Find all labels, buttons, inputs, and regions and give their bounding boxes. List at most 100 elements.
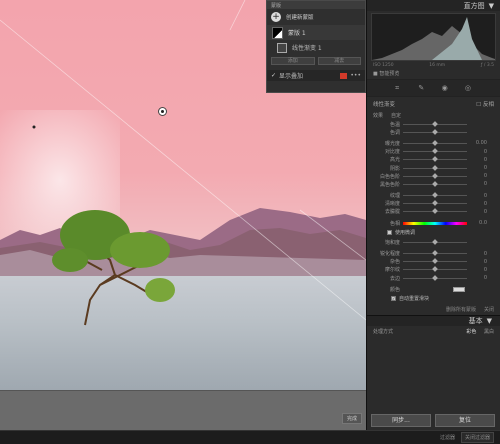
effect-value[interactable]: 自定 xyxy=(391,112,401,119)
slider-row[interactable]: 阴影 0 xyxy=(367,164,500,172)
done-button[interactable]: 完成 xyxy=(341,413,362,424)
slider-knob[interactable] xyxy=(432,148,438,154)
crop-icon[interactable]: ⌗ xyxy=(395,84,402,92)
slider-row[interactable]: 纹理 0 xyxy=(367,192,500,200)
reset-button[interactable]: 复位 xyxy=(435,414,495,427)
plus-icon: + xyxy=(271,12,281,22)
mask-item-gradient[interactable]: 线性渐变 1 xyxy=(267,40,365,55)
effect-label: 效果 xyxy=(373,113,384,119)
slider-track[interactable] xyxy=(403,120,467,127)
slider-row[interactable]: 高光 0 xyxy=(367,156,500,164)
subtract-button[interactable]: 减去 xyxy=(317,57,361,65)
histogram-header[interactable]: 直方图 ▼ xyxy=(367,0,500,11)
slider-row[interactable]: 杂色 0 xyxy=(367,258,500,266)
bw-option[interactable]: 黑白 xyxy=(484,329,494,335)
color-swatch[interactable] xyxy=(453,286,465,292)
slider-value: 0 xyxy=(483,250,487,257)
hue-track[interactable] xyxy=(403,221,467,225)
slider-knob[interactable] xyxy=(432,140,438,146)
slider-track[interactable] xyxy=(403,181,467,187)
slider-knob[interactable] xyxy=(432,200,438,207)
slider-value: 0 xyxy=(483,148,487,155)
slider-knob[interactable] xyxy=(432,120,438,127)
slider-track[interactable] xyxy=(403,172,467,179)
slider-track[interactable] xyxy=(403,128,467,135)
slider-value: 0 xyxy=(483,275,487,282)
close-button[interactable]: 关闭 xyxy=(484,306,494,313)
filter-off-button[interactable]: 关闭过滤器 xyxy=(460,432,494,443)
slider-row[interactable]: 曝光度 0.00 xyxy=(367,139,500,147)
mask-panel-title: 蒙版 xyxy=(267,1,365,9)
canvas-toolbar: 完成 xyxy=(0,390,366,430)
slider-knob[interactable] xyxy=(432,274,438,281)
status-bar: 过滤器 关闭过滤器 xyxy=(0,430,500,444)
delete-all-masks-button[interactable]: 删除所有蒙版 xyxy=(446,306,476,313)
slider-track[interactable] xyxy=(403,208,467,215)
create-mask-button[interactable]: + 创建新蒙版 xyxy=(267,9,365,25)
slider-row[interactable]: 去边 0 xyxy=(367,274,500,282)
mask-icon[interactable]: ◎ xyxy=(465,84,472,92)
basic-header[interactable]: 基本 ▼ xyxy=(367,315,500,327)
slider-row[interactable]: 色调 xyxy=(367,128,500,136)
more-icon[interactable]: ••• xyxy=(350,72,361,79)
color-option[interactable]: 彩色 xyxy=(466,329,476,335)
slider-row[interactable]: 黑色色阶 0 xyxy=(367,180,500,188)
redeye-icon[interactable]: ◉ xyxy=(442,84,449,92)
slider-track[interactable] xyxy=(403,250,467,256)
mask-effect-header: 线性渐变 ☐ 反相 xyxy=(367,97,500,111)
add-button[interactable]: 添加 xyxy=(271,57,315,65)
slider-value: 0 xyxy=(483,156,487,163)
slider-row[interactable]: 色温 xyxy=(367,120,500,128)
sync-button[interactable]: 同步... xyxy=(371,414,431,427)
slider-track[interactable] xyxy=(403,140,467,146)
slider-label: 摩尔纹 xyxy=(384,267,400,274)
slider-knob[interactable] xyxy=(432,266,438,273)
use-fine-adjust-row[interactable]: 使用微调 xyxy=(367,227,500,238)
focal-value: 16 mm xyxy=(429,63,446,68)
slider-row[interactable]: 清晰度 0 xyxy=(367,200,500,208)
slider-row[interactable]: 去朦胧 0 xyxy=(367,208,500,216)
slider-row[interactable]: 白色色阶 0 xyxy=(367,172,500,180)
slider-track[interactable] xyxy=(403,148,467,154)
brush-icon[interactable]: ✎ xyxy=(418,84,425,92)
slider-knob[interactable] xyxy=(432,250,438,256)
auto-reset-row[interactable]: ✓ 自动重置滑块 xyxy=(367,293,500,304)
slider-label: 杂色 xyxy=(389,259,400,266)
slider-row[interactable]: 锐化程度 0 xyxy=(367,249,500,257)
slider-track[interactable] xyxy=(403,258,467,265)
slider-knob[interactable] xyxy=(432,172,438,179)
slider-knob[interactable] xyxy=(432,181,438,187)
slider-group-color: 色温 色调 xyxy=(367,120,500,136)
histogram-title: 直方图 xyxy=(463,1,485,10)
slider-track[interactable] xyxy=(403,274,467,281)
slider-knob[interactable] xyxy=(432,128,438,135)
gradient-pin[interactable] xyxy=(158,107,167,116)
mask-item-1[interactable]: 蒙版 1 xyxy=(267,25,365,40)
checkbox-icon: ✓ xyxy=(391,296,396,302)
auto-reset-label: 自动重置滑块 xyxy=(399,296,430,303)
slider-label: 白色色阶 xyxy=(379,173,400,180)
saturation-slider[interactable]: 饱和度 xyxy=(367,238,500,246)
show-overlay-row[interactable]: ✓ 显示叠加 ••• xyxy=(267,70,365,81)
effect-preset-row[interactable]: 效果 自定 xyxy=(367,111,500,120)
slider-track[interactable] xyxy=(403,164,467,171)
slider-knob[interactable] xyxy=(432,258,438,265)
slider-value: 0 xyxy=(483,258,487,265)
slider-row[interactable]: 对比度 0 xyxy=(367,148,500,156)
filter-label: 过滤器 xyxy=(439,435,455,441)
slider-row[interactable]: 摩尔纹 0 xyxy=(367,266,500,274)
slider-label: 去边 xyxy=(389,275,400,282)
slider-knob[interactable] xyxy=(432,164,438,171)
hue-slider[interactable]: 色相 0.0 xyxy=(367,219,500,227)
slider-knob[interactable] xyxy=(432,156,438,163)
invert-checkbox[interactable]: ☐ 反相 xyxy=(476,100,494,108)
slider-knob[interactable] xyxy=(432,208,438,215)
slider-knob[interactable] xyxy=(432,192,438,198)
slider-track[interactable] xyxy=(403,192,467,198)
slider-track[interactable] xyxy=(403,200,467,207)
slider-track[interactable] xyxy=(403,266,467,273)
slider-track[interactable] xyxy=(403,156,467,163)
color-row: 颜色 xyxy=(367,285,500,293)
slider-label: 阴影 xyxy=(389,165,400,172)
overlay-color-swatch[interactable] xyxy=(340,72,348,79)
